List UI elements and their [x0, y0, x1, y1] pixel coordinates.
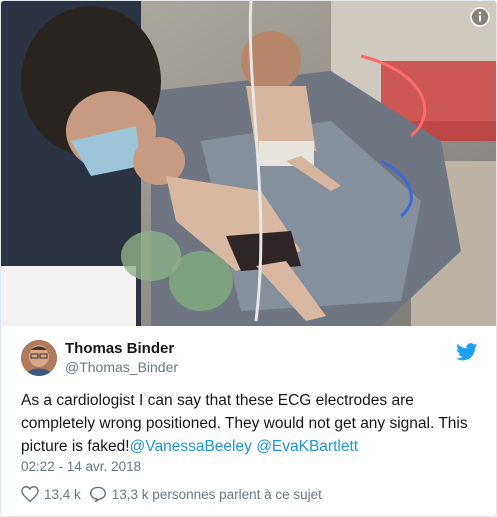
- twitter-bird-icon[interactable]: [456, 343, 478, 361]
- like-count: 13,4 k: [44, 486, 81, 502]
- tweet-timestamp[interactable]: 02:22 - 14 avr. 2018: [21, 459, 141, 474]
- speech-bubble-icon: [89, 486, 106, 502]
- mention-link[interactable]: @EvaKBartlett: [256, 438, 358, 455]
- tweet-text: As a cardiologist I can say that these E…: [21, 389, 481, 458]
- author-names: Thomas Binder @Thomas_Binder: [65, 339, 178, 376]
- author-display-name[interactable]: Thomas Binder: [65, 339, 178, 358]
- avatar[interactable]: [21, 339, 57, 376]
- tweet-card: Thomas Binder @Thomas_Binder As a cardio…: [0, 0, 497, 517]
- author-handle[interactable]: @Thomas_Binder: [65, 358, 178, 376]
- avatar-image: [21, 339, 57, 376]
- tweet-author[interactable]: Thomas Binder @Thomas_Binder: [21, 339, 178, 376]
- tweet-photo[interactable]: [1, 1, 496, 326]
- reply-button[interactable]: 13,3 k personnes parlent à ce sujet: [89, 486, 322, 502]
- heart-icon: [21, 486, 39, 502]
- like-button[interactable]: 13,4 k: [21, 486, 81, 502]
- mention-link[interactable]: @VanessaBeeley: [130, 438, 252, 455]
- info-icon[interactable]: [470, 7, 490, 27]
- conversation-count: 13,3 k personnes parlent à ce sujet: [111, 486, 322, 502]
- photo-illustration: [1, 1, 496, 326]
- tweet-actions: 13,4 k 13,3 k personnes parlent à ce suj…: [21, 486, 330, 502]
